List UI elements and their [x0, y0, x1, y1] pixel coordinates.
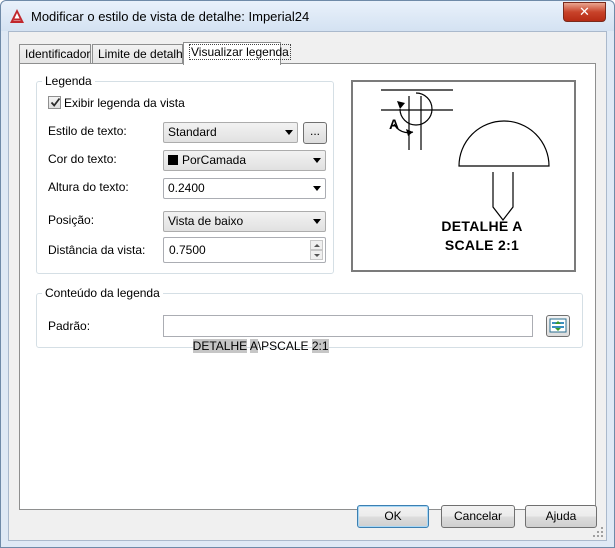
window-title: Modificar o estilo de vista de detalhe: …: [31, 9, 310, 24]
position-label: Posição:: [48, 213, 95, 227]
spin-down-icon[interactable]: [310, 250, 323, 260]
preview-caption-line2: SCALE 2:1: [444, 237, 520, 253]
resize-grip-icon[interactable]: [592, 526, 604, 538]
text-height-label: Altura do texto:: [48, 180, 129, 194]
title-bar[interactable]: Modificar o estilo de vista de detalhe: …: [1, 1, 614, 31]
chevron-down-icon: [313, 219, 321, 224]
distance-spinner[interactable]: 0.7500: [163, 237, 326, 263]
position-value: Vista de baixo: [168, 214, 244, 228]
ok-button[interactable]: OK: [357, 505, 429, 528]
chevron-down-icon: [313, 186, 321, 191]
content-group-title: Conteúdo da legenda: [45, 286, 160, 300]
text-color-label: Cor do texto:: [48, 152, 117, 166]
insert-field-icon: [549, 318, 567, 333]
tab-visualizar-legenda[interactable]: Visualizar legenda: [183, 42, 291, 65]
text-color-value: PorCamada: [182, 153, 247, 167]
insert-field-button[interactable]: [546, 315, 570, 337]
text-style-select[interactable]: Standard: [163, 122, 298, 143]
close-button[interactable]: ✕: [563, 2, 606, 22]
distance-value: 0.7500: [169, 243, 206, 257]
tab-label: Visualizar legenda: [189, 44, 291, 60]
color-swatch: [168, 155, 178, 165]
text-style-value: Standard: [168, 125, 217, 139]
pattern-label: Padrão:: [48, 319, 91, 333]
pattern-input[interactable]: DETALHE A\PSCALE 2:1: [163, 315, 533, 353]
tab-panel: Legenda Exibir legenda da vista Estilo d…: [19, 63, 596, 510]
dialog-client: Identificador Limite de detalhe Visualiz…: [8, 31, 607, 541]
check-icon: [50, 97, 61, 107]
show-label-text: Exibir legenda da vista: [64, 96, 185, 110]
preview-pane: A DETALHE A SCALE 2:1: [351, 80, 576, 272]
autocad-logo-icon: [10, 9, 24, 23]
tab-identificador[interactable]: Identificador: [19, 44, 91, 64]
text-style-browse-button[interactable]: ...: [303, 122, 327, 144]
text-token: \PSCALE: [257, 339, 312, 353]
position-select[interactable]: Vista de baixo: [163, 211, 326, 232]
chevron-down-icon: [313, 158, 321, 163]
chevron-down-icon: [285, 130, 293, 135]
dialog-window: Modificar o estilo de vista de detalhe: …: [0, 0, 615, 548]
field-token: A: [249, 339, 258, 353]
spinner-arrows: [310, 240, 323, 260]
text-style-label: Estilo de texto:: [48, 124, 127, 138]
show-label-checkbox[interactable]: [48, 96, 61, 109]
spin-up-icon[interactable]: [310, 240, 323, 250]
text-color-select[interactable]: PorCamada: [163, 150, 326, 171]
tab-label: Limite de detalhe: [98, 47, 190, 61]
preview-caption-line1: DETALHE A: [441, 218, 523, 234]
preview-marker-letter: A: [389, 116, 399, 132]
tab-limite-de-detalhe[interactable]: Limite de detalhe: [92, 44, 189, 64]
field-token: 2:1: [311, 339, 329, 353]
legend-group-title: Legenda: [45, 74, 92, 88]
text-height-value: 0.2400: [168, 181, 205, 195]
help-button[interactable]: Ajuda: [525, 505, 597, 528]
field-token: DETALHE: [192, 339, 248, 353]
tab-label: Identificador: [25, 47, 91, 61]
distance-label: Distância da vista:: [48, 243, 146, 257]
cancel-button[interactable]: Cancelar: [441, 505, 515, 528]
text-height-combo[interactable]: 0.2400: [163, 178, 326, 199]
